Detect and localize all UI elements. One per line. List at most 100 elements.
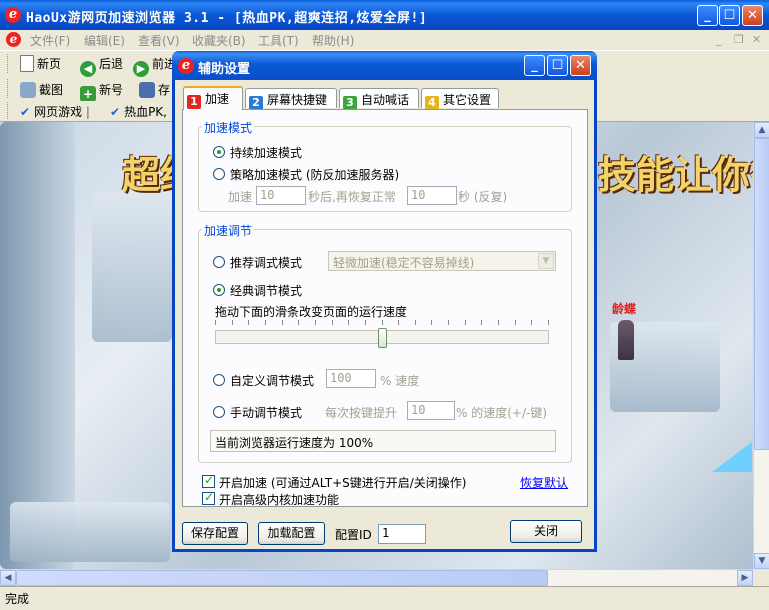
vertical-scroll-thumb[interactable] xyxy=(754,138,769,450)
continuous-mode-label[interactable]: 持续加速模式 xyxy=(230,144,302,161)
ice-rock xyxy=(92,192,172,342)
manual-prefix-label: 每次按键提升 xyxy=(325,406,398,420)
scroll-down-icon[interactable]: ▼ xyxy=(754,553,769,569)
strategy-mode-radio[interactable] xyxy=(213,168,225,180)
tab-auto-shout[interactable]: 3 自动喊话 xyxy=(339,88,419,110)
custom-mode-radio[interactable] xyxy=(213,374,225,386)
manual-mode-radio[interactable] xyxy=(213,406,225,418)
vertical-scrollbar[interactable]: ▲ ▼ xyxy=(753,122,769,569)
new-page-button[interactable]: 新页 xyxy=(20,55,61,72)
back-button[interactable]: ◀ 后退 xyxy=(80,55,123,77)
slider-hint: 拖动下面的滑条改变页面的运行速度 xyxy=(215,305,408,319)
window-title: HaoUx游网页加速浏览器 3.1 - [热血PK,超爽连招,炫爱全屏!] xyxy=(26,11,428,26)
config-id-label: 配置ID xyxy=(335,528,372,542)
tab-accelerate-label: 加速 xyxy=(205,92,230,106)
slider-tick xyxy=(515,320,516,325)
menu-file[interactable]: 文件(F) xyxy=(30,32,70,49)
tab-accelerate[interactable]: 1 加速 xyxy=(183,86,243,110)
recommended-mode-label[interactable]: 推荐调式模式 xyxy=(230,254,302,271)
recommended-mode-radio[interactable] xyxy=(213,256,225,268)
continuous-mode-radio[interactable] xyxy=(213,146,225,158)
config-id-input[interactable]: 1 xyxy=(378,524,426,544)
dialog-maximize-button[interactable]: ☐ xyxy=(547,55,568,76)
custom-mode-label[interactable]: 自定义调节模式 xyxy=(230,372,314,389)
new-account-button[interactable]: + 新号 xyxy=(80,81,123,102)
mdi-minimize-icon[interactable]: _ xyxy=(716,33,722,46)
restore-default-link[interactable]: 恢复默认 xyxy=(520,474,568,491)
enable-accel-label[interactable]: 开启加速 (可通过ALT+S键进行开启/关闭操作) xyxy=(219,474,466,491)
mdi-close-icon[interactable]: ✕ xyxy=(752,33,761,46)
accel-seconds-input[interactable]: 10 xyxy=(256,186,306,205)
fav-hot-pk[interactable]: ✔ 热血PK, xyxy=(110,103,167,120)
slider-tick xyxy=(481,320,482,325)
slider-tick xyxy=(465,320,466,325)
fav-web-games[interactable]: ✔ 网页游戏 | xyxy=(20,103,90,120)
speed-slider[interactable] xyxy=(215,320,549,352)
new-page-label: 新页 xyxy=(37,57,62,71)
menu-help[interactable]: 帮助(H) xyxy=(312,32,354,49)
scroll-right-icon[interactable]: ▶ xyxy=(737,570,753,586)
classic-mode-label[interactable]: 经典调节模式 xyxy=(230,282,302,299)
ice-ground xyxy=(10,502,170,562)
menu-tools[interactable]: 工具(T) xyxy=(258,32,299,49)
save-label: 存 xyxy=(158,83,171,97)
normal-seconds-input[interactable]: 10 xyxy=(407,186,457,205)
fav-web-games-label: 网页游戏 xyxy=(34,105,83,119)
slider-tick xyxy=(431,320,432,325)
save-config-button[interactable]: 保存配置 xyxy=(182,522,248,545)
slider-thumb[interactable] xyxy=(378,328,387,348)
scroll-left-icon[interactable]: ◀ xyxy=(0,570,16,586)
effect-shard xyxy=(712,442,752,472)
mdi-restore-icon[interactable]: ❐ xyxy=(734,33,744,46)
strategy-mode-label[interactable]: 策略加速模式 (防反加速服务器) xyxy=(230,166,399,183)
close-dialog-button[interactable]: 关闭 xyxy=(510,520,582,543)
manual-step-input[interactable]: 10 xyxy=(407,401,455,420)
custom-speed-input[interactable]: 100 xyxy=(326,369,376,388)
menu-favorites[interactable]: 收藏夹(B) xyxy=(192,32,246,49)
save-button[interactable]: 存 xyxy=(139,81,170,98)
accelerate-panel: 加速模式 持续加速模式 策略加速模式 (防反加速服务器) 加速 10 秒后,再恢… xyxy=(182,109,588,507)
manual-suffix-label: % 的速度(+/-键) xyxy=(456,406,548,420)
menu-logo-icon: e xyxy=(6,32,21,47)
scroll-up-icon[interactable]: ▲ xyxy=(754,122,769,138)
forward-button[interactable]: ▶ 前进 xyxy=(133,55,176,77)
slider-tick xyxy=(332,320,333,325)
chevron-down-icon: ▼ xyxy=(538,253,554,269)
menu-edit[interactable]: 编辑(E) xyxy=(84,32,125,49)
slider-tick xyxy=(248,320,249,325)
dialog-close-button[interactable]: ✕ xyxy=(570,55,591,76)
enable-kernel-label[interactable]: 开启高级内核加速功能 xyxy=(219,491,339,508)
maximize-icon: ☐ xyxy=(551,58,564,73)
minimize-button[interactable]: _ xyxy=(697,5,718,26)
slider-tick xyxy=(448,320,449,325)
manual-mode-label[interactable]: 手动调节模式 xyxy=(230,404,302,421)
horizontal-scrollbar[interactable]: ◀ ▶ xyxy=(0,569,753,586)
npc-character[interactable] xyxy=(618,320,634,360)
recommended-preset-select[interactable]: 轻微加速(稳定不容易掉线) ▼ xyxy=(328,251,556,271)
toolbar-grip xyxy=(7,54,11,73)
maximize-button[interactable]: ☐ xyxy=(719,5,740,26)
close-icon: ✕ xyxy=(747,8,758,23)
browser-logo-icon: e xyxy=(5,7,21,23)
screenshot-label: 截图 xyxy=(39,83,64,97)
tab-screen-hotkeys[interactable]: 2 屏幕快捷键 xyxy=(245,88,337,110)
dialog-minimize-button[interactable]: _ xyxy=(524,55,545,76)
scroll-corner xyxy=(753,569,769,585)
back-label: 后退 xyxy=(99,57,124,71)
menu-view[interactable]: 查看(V) xyxy=(138,32,180,49)
classic-mode-radio[interactable] xyxy=(213,284,225,296)
slider-tick xyxy=(365,320,366,325)
load-config-button[interactable]: 加载配置 xyxy=(258,522,325,545)
enable-accel-checkbox[interactable] xyxy=(202,473,215,488)
close-window-button[interactable]: ✕ xyxy=(742,5,763,26)
tab-other-settings[interactable]: 4 其它设置 xyxy=(421,88,499,110)
dialog-titlebar[interactable]: e 辅助设置 _ ☐ ✕ xyxy=(172,51,597,80)
screenshot-button[interactable]: 截图 xyxy=(20,81,63,98)
toolbar-grip xyxy=(7,102,11,119)
custom-speed-suffix: % 速度 xyxy=(380,374,420,388)
current-speed-box: 当前浏览器运行速度为 100% xyxy=(210,430,556,452)
enable-kernel-checkbox[interactable] xyxy=(202,490,215,505)
horizontal-scroll-thumb[interactable] xyxy=(16,570,548,586)
tab-number-4: 4 xyxy=(425,96,439,110)
back-arrow-icon: ◀ xyxy=(80,61,96,77)
